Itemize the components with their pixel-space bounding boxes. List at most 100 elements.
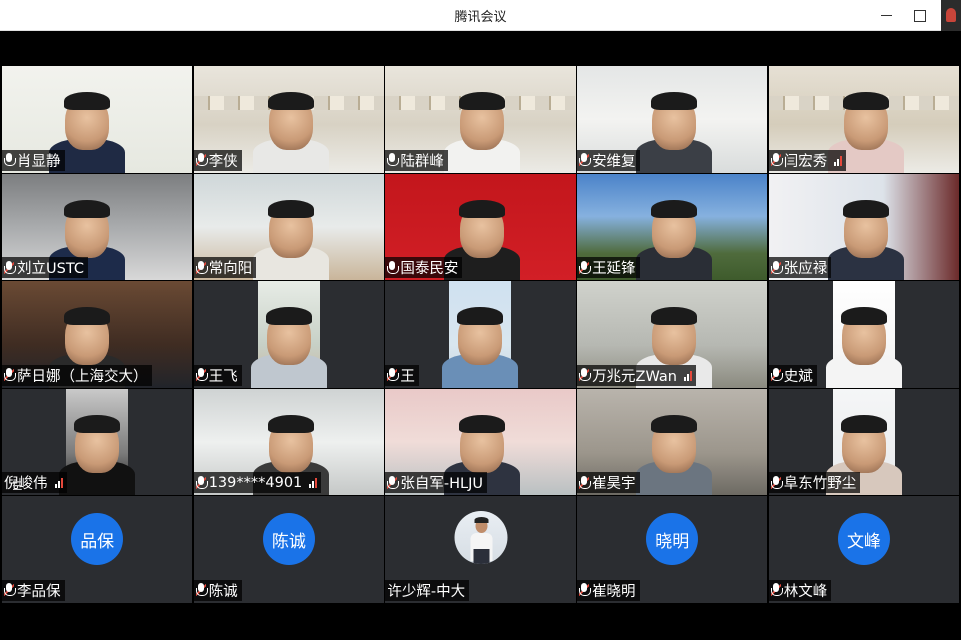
participant-name: 刘立USTC — [17, 261, 84, 278]
participant-nameplate: 崔昊宇 — [577, 472, 640, 494]
mic-muted-icon — [195, 368, 208, 383]
participant-name: 崔昊宇 — [592, 476, 636, 493]
participant-name: 国泰民安 — [400, 261, 459, 278]
participant-nameplate: 张应禄 — [768, 257, 832, 279]
person-hair — [64, 307, 110, 326]
mic-muted-icon — [195, 475, 208, 490]
participant-name: 李品保 — [17, 583, 61, 600]
person-hair — [265, 307, 312, 326]
list-icon[interactable]: ☰ — [12, 479, 23, 493]
signal-strength-icon — [834, 155, 843, 166]
participant-tile[interactable]: 李侠 — [193, 66, 385, 173]
participant-name: 倪峻伟 — [4, 476, 48, 493]
mic-icon — [4, 153, 16, 167]
person-hair — [267, 199, 314, 218]
maximize-icon[interactable] — [903, 0, 937, 31]
person-hair — [64, 92, 110, 110]
participant-name: 王飞 — [208, 368, 238, 385]
participant-tile[interactable]: 常向阳 — [193, 173, 385, 281]
participant-tile[interactable]: 王 — [385, 281, 576, 388]
participant-nameplate: 崔晓明 — [577, 579, 640, 601]
top-toolbar-area — [0, 31, 961, 66]
minimize-icon[interactable] — [869, 0, 903, 31]
video-grid: 肖显静 李侠 陆群峰 安维复 闫宏秀刘立USTC 常向阳 国泰民安 王延锋 张应禄萨日娜（上海交… — [2, 66, 960, 604]
person-hair — [651, 414, 698, 433]
mic-muted-icon — [770, 583, 783, 598]
participant-tile[interactable]: 王飞 — [193, 281, 385, 388]
participant-name: 王延锋 — [592, 261, 636, 278]
person-hair — [74, 414, 120, 433]
participant-avatar: 品保 — [71, 513, 124, 566]
participant-tile[interactable]: 品保 李品保 — [2, 496, 193, 603]
person-hair — [459, 199, 506, 218]
participant-tile[interactable]: 安维复 — [577, 66, 768, 173]
participant-tile[interactable]: 陈诚 陈诚 — [193, 496, 385, 603]
participant-tile[interactable]: 文峰 林文峰 — [768, 496, 960, 603]
participant-tile[interactable]: 万兆元ZWan — [577, 281, 768, 388]
mic-muted-icon — [579, 260, 592, 275]
mic-muted-icon — [770, 153, 783, 168]
person-hair — [64, 199, 110, 218]
person-hair — [267, 414, 314, 433]
participant-nameplate: 李侠 — [193, 149, 242, 171]
person-hair — [842, 92, 889, 110]
participant-name: 闫宏秀 — [783, 153, 828, 170]
participant-name: 林文峰 — [783, 583, 828, 600]
participant-name: 陆群峰 — [400, 153, 444, 170]
user-status-icon[interactable] — [941, 0, 961, 31]
participant-tile[interactable]: 崔昊宇 — [577, 388, 768, 496]
participant-tile[interactable]: 139****4901 — [193, 388, 385, 496]
participant-nameplate: 王飞 — [193, 364, 242, 386]
mic-muted-icon — [4, 583, 16, 598]
participant-tile[interactable]: 闫宏秀 — [768, 66, 960, 173]
participant-tile[interactable]: 刘立USTC — [2, 173, 193, 281]
participant-nameplate: 张自军-HLJU — [385, 472, 487, 494]
mic-icon — [387, 153, 400, 167]
participant-nameplate: 肖显静 — [2, 149, 65, 171]
mic-muted-icon — [579, 153, 592, 168]
participant-nameplate: 阜东竹野尘 — [768, 472, 861, 494]
participant-nameplate: 王延锋 — [577, 257, 640, 279]
participant-name: 陈诚 — [208, 583, 238, 600]
participant-name: 肖显静 — [17, 153, 61, 170]
participant-tile[interactable]: 张自军-HLJU — [385, 388, 576, 496]
participant-name: 王 — [400, 368, 415, 385]
participant-name: 张应禄 — [783, 261, 828, 278]
mic-muted-icon — [770, 368, 783, 383]
participant-nameplate: 万兆元ZWan — [577, 364, 696, 386]
signal-strength-icon — [683, 370, 692, 381]
participant-name: 常向阳 — [208, 261, 253, 278]
person-hair — [651, 307, 698, 326]
participant-tile[interactable]: 许少辉-中大 — [385, 496, 576, 603]
participant-tile[interactable]: 王延锋 — [577, 173, 768, 281]
participant-name: 139****4901 — [208, 474, 303, 491]
participant-tile[interactable]: 晓明 崔晓明 — [577, 496, 768, 603]
participant-nameplate: 萨日娜（上海交大） — [2, 364, 152, 386]
participant-nameplate: 刘立USTC — [2, 257, 88, 279]
participant-tile[interactable]: 肖显静 — [2, 66, 193, 173]
person-hair — [459, 92, 506, 110]
participant-tile[interactable]: 陆群峰 — [385, 66, 576, 173]
mic-muted-icon — [195, 153, 208, 168]
participant-tile[interactable]: 倪峻伟 ☰ — [2, 388, 193, 496]
participant-avatar: 文峰 — [837, 513, 890, 566]
participant-tile[interactable]: 萨日娜（上海交大） — [2, 281, 193, 388]
participant-name: 张自军-HLJU — [400, 476, 483, 493]
participant-tile[interactable]: 国泰民安 — [385, 173, 576, 281]
participant-nameplate: 常向阳 — [193, 257, 257, 279]
person-hair — [651, 92, 698, 110]
participant-tile[interactable]: 史斌 — [768, 281, 960, 388]
participant-nameplate: 安维复 — [577, 149, 640, 171]
person-hair — [651, 199, 698, 218]
person-hair — [842, 199, 889, 218]
participant-tile[interactable]: 阜东竹野尘 — [768, 388, 960, 496]
mic-muted-icon — [770, 475, 783, 490]
participant-nameplate: 国泰民安 — [385, 257, 463, 279]
participant-nameplate: 陆群峰 — [385, 149, 448, 171]
mic-muted-icon — [387, 368, 400, 383]
participant-name: 阜东竹野尘 — [783, 476, 857, 493]
participant-tile[interactable]: 张应禄 — [768, 173, 960, 281]
participant-nameplate: 王 — [385, 364, 419, 386]
mic-icon — [387, 260, 400, 275]
mic-muted-icon — [195, 583, 208, 598]
